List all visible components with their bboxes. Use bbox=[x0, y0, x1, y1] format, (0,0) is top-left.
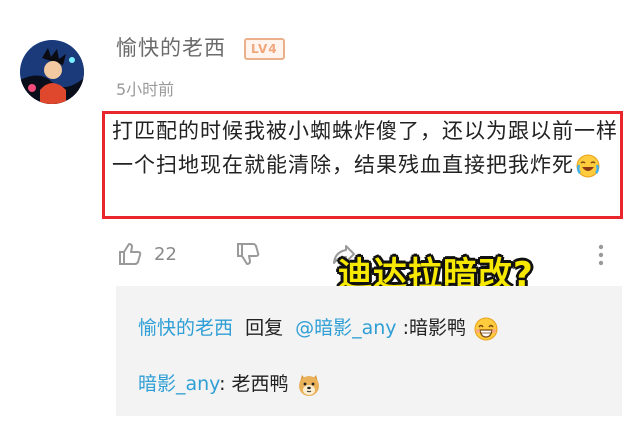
comment-body: 打匹配的时候我被小蜘蛛炸傻了，还以为跟以前一样一个扫地现在就能清除，结果残血直接… bbox=[112, 114, 622, 182]
reply-item[interactable]: 愉快的老西 回复 @暗影_any :暗影鸭 bbox=[138, 313, 498, 341]
like-count: 22 bbox=[154, 244, 177, 265]
comment-author[interactable]: 愉快的老西 bbox=[116, 32, 226, 62]
reply-author[interactable]: 愉快的老西 bbox=[138, 317, 233, 339]
avatar[interactable] bbox=[20, 40, 84, 104]
comment-actions: 22 bbox=[0, 236, 640, 276]
thumb-up-icon[interactable] bbox=[116, 240, 144, 268]
grin-emoji-icon bbox=[474, 317, 498, 341]
reply-text: 老西鸭 bbox=[231, 373, 289, 395]
reply-separator: : bbox=[219, 373, 232, 395]
reply-author[interactable]: 暗影_any bbox=[138, 373, 219, 395]
comment-timestamp: 5小时前 bbox=[116, 80, 175, 99]
doge-emoji-icon bbox=[297, 373, 321, 397]
reply-item[interactable]: 暗影_any: 老西鸭 bbox=[138, 369, 321, 397]
reply-verb: 回复 bbox=[245, 317, 284, 339]
reply-text: :暗影鸭 bbox=[402, 317, 467, 339]
more-icon[interactable] bbox=[596, 244, 606, 266]
thumb-down-icon[interactable] bbox=[234, 240, 262, 268]
comment-text: 打匹配的时候我被小蜘蛛炸傻了，还以为跟以前一样一个扫地现在就能清除，结果残血直接… bbox=[112, 119, 618, 177]
replies-panel bbox=[116, 286, 622, 416]
laugh-cry-emoji-icon bbox=[576, 154, 600, 178]
reply-mention[interactable]: @暗影_any bbox=[295, 317, 396, 339]
level-badge: LV4 bbox=[244, 38, 285, 60]
